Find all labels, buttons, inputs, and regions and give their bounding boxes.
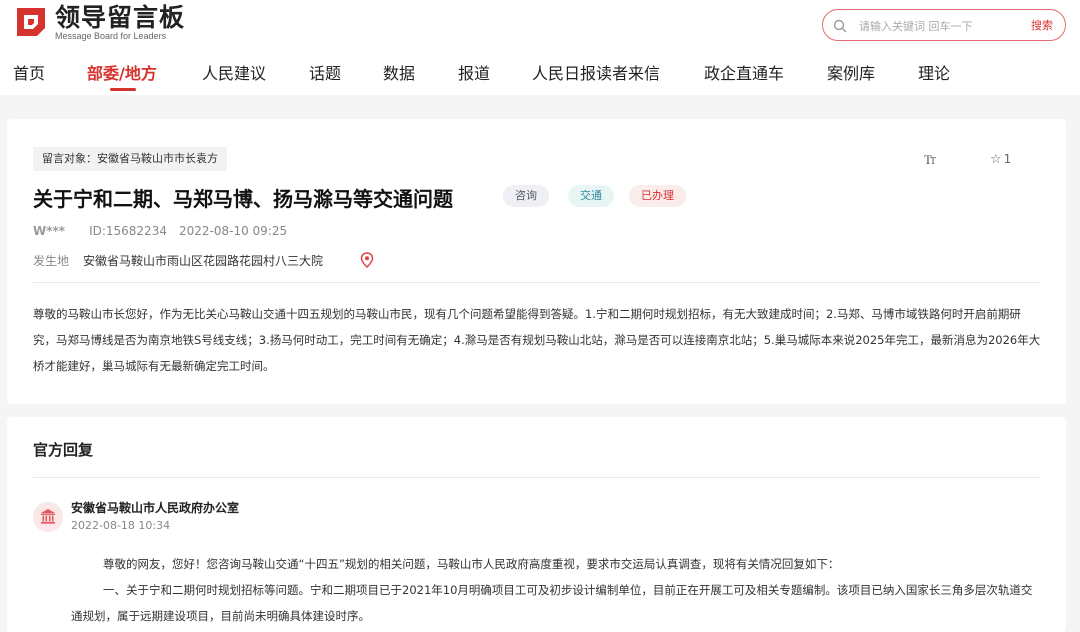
message-id: ID:15682234 — [89, 224, 167, 238]
reply-heading: 官方回复 — [33, 441, 94, 459]
category-badge: 咨询 — [503, 185, 549, 207]
nav-item-reports[interactable]: 报道 — [458, 60, 490, 84]
search-icon — [833, 18, 847, 33]
logo-mark-icon — [13, 4, 49, 40]
divider — [33, 282, 1040, 283]
message-target: 留言对象：安徽省马鞍山市市长袁方 — [33, 147, 227, 171]
divider — [33, 477, 1040, 478]
reply-paragraph: 一、关于宁和二期何时规划招标等问题。宁和二期项目已于2021年10月明确项目工可… — [71, 583, 1033, 623]
nav-item-home[interactable]: 首页 — [13, 60, 45, 84]
reply-org: 安徽省马鞍山市人民政府办公室 — [71, 501, 240, 515]
message-date: 2022-08-10 09:25 — [178, 224, 288, 238]
nav-item-enterprise[interactable]: 政企直通车 — [704, 60, 784, 84]
nav-item-topics[interactable]: 话题 — [309, 60, 341, 84]
star-icon: ☆ — [990, 152, 1002, 167]
domain-badge: 交通 — [568, 185, 614, 207]
favorite-button[interactable]: ☆ 1 — [990, 152, 1011, 167]
message-author: W*** — [33, 224, 66, 238]
location-label: 发生地 — [33, 254, 70, 268]
nav-item-reader-letters[interactable]: 人民日报读者来信 — [532, 60, 660, 84]
logo-title: 领导留言板 — [55, 2, 186, 32]
message-card: 留言对象：安徽省马鞍山市市长袁方 TT ☆ 1 关于宁和二期、马郑马博、扬马滁马等… — [7, 119, 1066, 404]
message-title: 关于宁和二期、马郑马博、扬马滁马等交通问题 — [33, 187, 453, 211]
nav-item-data[interactable]: 数据 — [383, 60, 415, 84]
map-pin-icon[interactable] — [360, 252, 374, 269]
reply-paragraph: 尊敬的网友，您好！您咨询马鞍山交通“十四五”规划的相关问题，马鞍山市人民政府高度… — [103, 557, 840, 571]
search-button[interactable]: 搜索 — [1031, 17, 1053, 33]
nav-item-cases[interactable]: 案例库 — [827, 60, 875, 84]
reply-card: 官方回复 安徽省马鞍山市人民政府办公室 2022-08-18 10:34 尊敬的… — [7, 417, 1066, 632]
location-address: 安徽省马鞍山市雨山区花园路花园村八三大院 — [83, 254, 324, 268]
site-header: 领导留言板 Message Board for Leaders 搜索 首页 部委… — [0, 0, 1080, 95]
site-logo[interactable]: 领导留言板 Message Board for Leaders — [13, 2, 186, 41]
message-location: 发生地 安徽省马鞍山市雨山区花园路花园村八三大院 — [33, 252, 323, 269]
nav-item-ministries[interactable]: 部委/地方 — [87, 60, 157, 84]
logo-subtitle: Message Board for Leaders — [55, 30, 167, 41]
status-badge: 已办理 — [629, 185, 686, 207]
reply-date: 2022-08-18 10:34 — [71, 519, 171, 532]
government-building-icon — [33, 502, 63, 532]
message-content: 尊敬的马鞍山市长您好，作为无比关心马鞍山交通十四五规划的马鞍山市民，现有几个问题… — [33, 307, 1041, 373]
favorite-count: 1 — [1003, 152, 1012, 166]
nav-active-indicator — [110, 88, 136, 91]
font-size-icon[interactable]: TT — [924, 152, 936, 168]
nav-item-suggestions[interactable]: 人民建议 — [202, 60, 266, 84]
nav-item-theory[interactable]: 理论 — [918, 60, 950, 84]
message-meta: W*** ID:15682234 2022-08-10 09:25 — [33, 224, 287, 238]
search-box: 搜索 — [822, 9, 1066, 41]
search-input[interactable] — [857, 15, 1021, 37]
